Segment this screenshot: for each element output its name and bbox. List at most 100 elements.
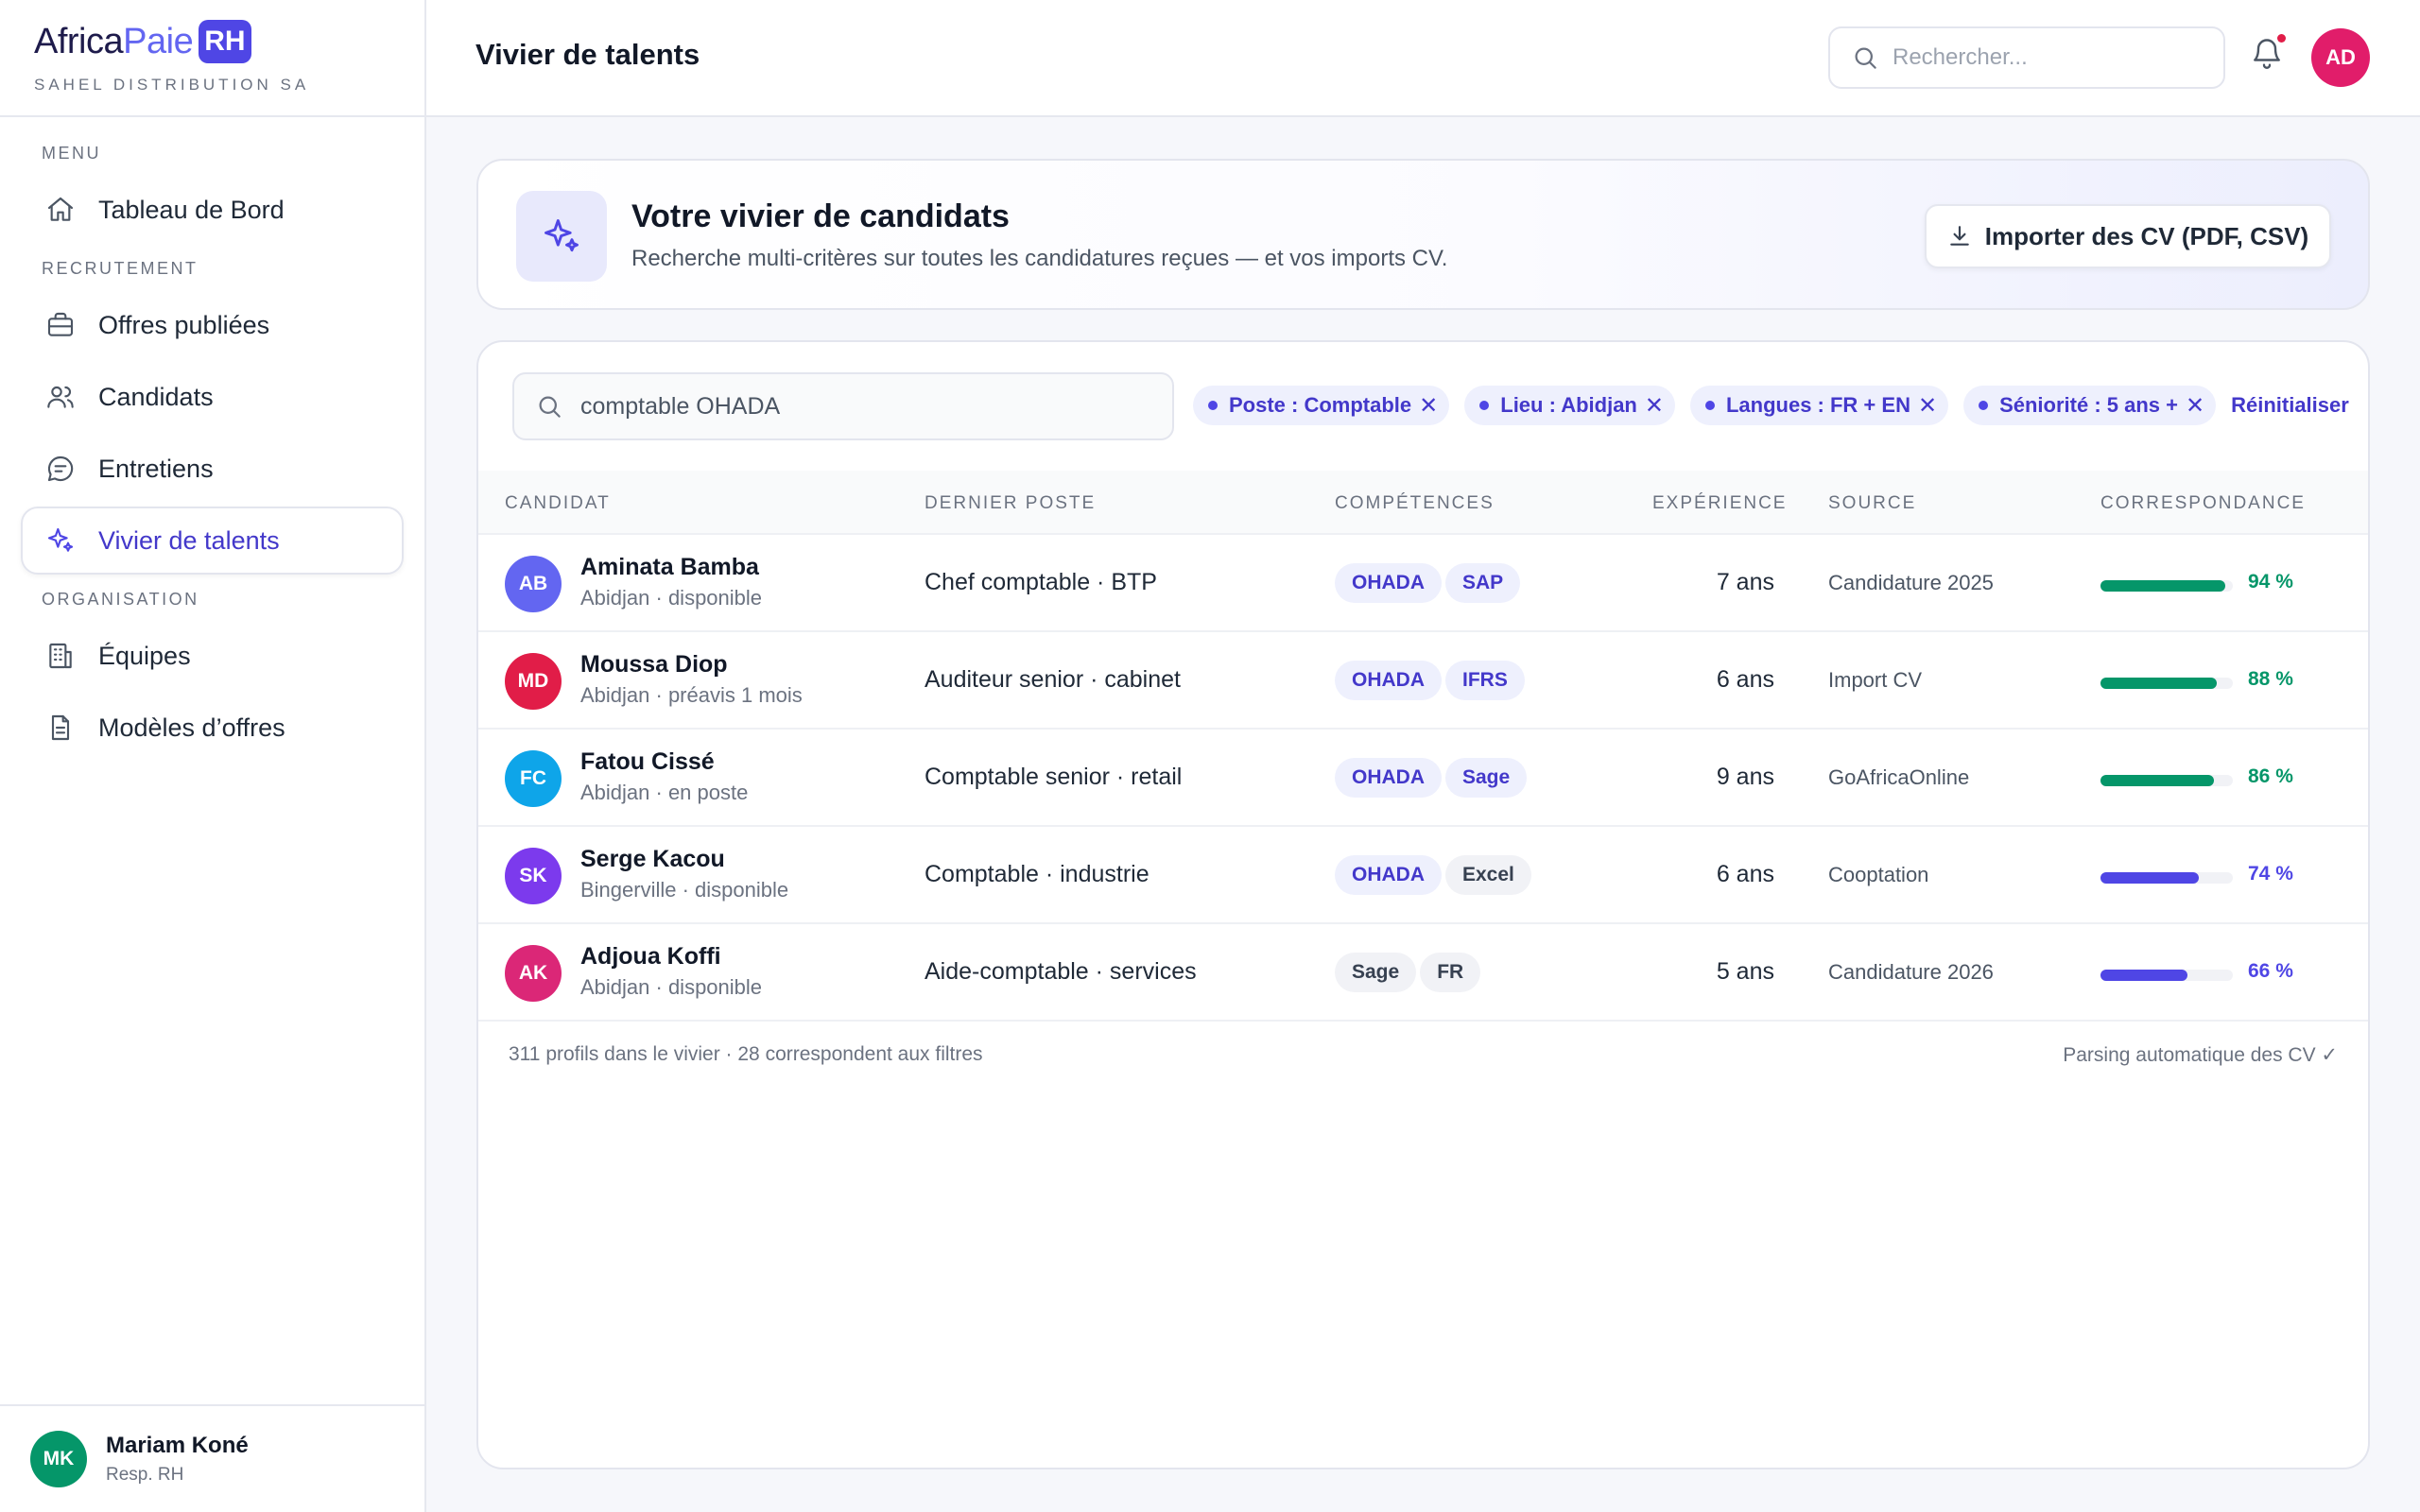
column-header-source[interactable]: SOURCE: [1828, 493, 1916, 514]
import-cv-button[interactable]: Importer des CV (PDF, CSV): [1925, 204, 2331, 268]
experience-value: 6 ans: [1716, 666, 1774, 693]
sidebar-item-modeles-offres[interactable]: Modèles d’offres: [21, 694, 404, 762]
sidebar-item-candidats[interactable]: Candidats: [21, 363, 404, 431]
app-logo[interactable]: Africa Paie RH: [34, 17, 390, 66]
banner-subtitle: Recherche multi-critères sur toutes les …: [631, 246, 1448, 271]
sidebar: Africa Paie RH SAHEL DISTRIBUTION SA MEN…: [0, 0, 426, 1512]
building-icon: [43, 639, 78, 673]
last-position: Comptable senior · retail: [925, 764, 1183, 790]
match-percentage: 88 %: [2248, 668, 2293, 690]
candidate-location-status: Bingerville · disponible: [580, 878, 789, 902]
candidates-panel: Poste : Comptable ✕ Lieu : Abidjan ✕ Lan…: [476, 340, 2370, 1469]
filter-chip-lieu[interactable]: Lieu : Abidjan ✕: [1464, 386, 1675, 425]
download-icon: [1947, 224, 1972, 249]
page-title: Vivier de talents: [475, 38, 700, 71]
match-percentage: 86 %: [2248, 765, 2293, 787]
search-input[interactable]: [580, 392, 1148, 421]
sidebar-item-entretiens[interactable]: Entretiens: [21, 435, 404, 503]
sidebar-item-tableau-de-bord[interactable]: Tableau de Bord: [21, 176, 404, 244]
notifications-button[interactable]: [2250, 34, 2288, 76]
sidebar-nav: MENU Tableau de Bord RECRUTEMENT Offres …: [0, 117, 424, 762]
column-header-candidat[interactable]: CANDIDAT: [505, 493, 611, 514]
cv-parsing-status: Parsing automatique des CV ✓: [2063, 1044, 2338, 1066]
sidebar-item-label: Équipes: [98, 641, 191, 670]
experience-value: 6 ans: [1716, 861, 1774, 887]
candidate-name[interactable]: Moussa Diop: [580, 651, 728, 679]
import-cv-label: Importer des CV (PDF, CSV): [1984, 221, 2309, 250]
filter-chip-poste[interactable]: Poste : Comptable ✕: [1193, 386, 1450, 425]
candidate-name[interactable]: Aminata Bamba: [580, 554, 759, 581]
chip-label: Lieu : Abidjan: [1500, 393, 1637, 417]
sidebar-item-label: Modèles d’offres: [98, 713, 285, 742]
current-user[interactable]: MK Mariam Koné Resp. RH: [0, 1404, 424, 1512]
column-header-correspondance[interactable]: CORRESPONDANCE: [2100, 493, 2306, 514]
chip-dot: [1704, 401, 1715, 410]
filter-chips: Poste : Comptable ✕ Lieu : Abidjan ✕ Lan…: [1193, 386, 2349, 425]
table-row[interactable]: SK Serge Kacou Bingerville · disponible …: [478, 827, 2368, 924]
close-icon[interactable]: ✕: [1419, 392, 1438, 420]
match-percentage: 66 %: [2248, 960, 2293, 982]
filter-chip-seniorite[interactable]: Séniorité : 5 ans + ✕: [1963, 386, 2217, 425]
skill-tag: OHADA: [1335, 661, 1442, 700]
column-header-dernier-poste[interactable]: DERNIER POSTE: [925, 493, 1096, 514]
sidebar-item-vivier-de-talents[interactable]: Vivier de talents: [21, 507, 404, 575]
candidate-name[interactable]: Fatou Cissé: [580, 748, 715, 776]
skills-list: OHADA SAP: [1335, 563, 1524, 603]
candidate-search[interactable]: [512, 372, 1174, 440]
section-label-organisation: ORGANISATION: [42, 590, 199, 609]
users-icon: [43, 380, 78, 414]
chip-dot: [1479, 401, 1490, 410]
skills-list: OHADA Excel: [1335, 855, 1535, 895]
table-row[interactable]: AK Adjoua Koffi Abidjan · disponible Aid…: [478, 924, 2368, 1022]
column-header-experience[interactable]: EXPÉRIENCE: [1652, 493, 1787, 514]
match-progress-bar: [2100, 970, 2233, 981]
match-progress-bar: [2100, 872, 2233, 884]
skill-tag: OHADA: [1335, 855, 1442, 895]
match-progress-bar: [2100, 775, 2233, 786]
sidebar-item-label: Tableau de Bord: [98, 195, 285, 224]
match-progress-bar: [2100, 678, 2233, 689]
table-row[interactable]: MD Moussa Diop Abidjan · préavis 1 mois …: [478, 632, 2368, 730]
global-search[interactable]: [1828, 26, 2225, 89]
document-icon: [43, 711, 78, 745]
reset-filters-link[interactable]: Réinitialiser: [2231, 393, 2349, 418]
table-row[interactable]: AB Aminata Bamba Abidjan · disponible Ch…: [478, 535, 2368, 632]
source-value: GoAfricaOnline: [1828, 765, 1970, 789]
column-header-competences[interactable]: COMPÉTENCES: [1335, 493, 1495, 514]
last-position: Chef comptable · BTP: [925, 569, 1157, 595]
close-icon[interactable]: ✕: [1645, 392, 1664, 420]
chip-dot: [1208, 401, 1218, 410]
skills-list: Sage FR: [1335, 953, 1484, 992]
logo-text-africa: Africa: [34, 21, 124, 61]
avatar: MD: [505, 653, 562, 710]
user-role: Resp. RH: [106, 1465, 184, 1485]
brand-area: Africa Paie RH SAHEL DISTRIBUTION SA: [0, 0, 424, 117]
match-progress-fill: [2100, 580, 2225, 592]
skill-tag: FR: [1420, 953, 1481, 992]
skill-tag: Sage: [1445, 758, 1528, 798]
skills-list: OHADA Sage: [1335, 758, 1530, 798]
filter-chip-langues[interactable]: Langues : FR + EN ✕: [1689, 386, 1949, 425]
skill-tag: Excel: [1445, 855, 1531, 895]
pool-summary: 311 profils dans le vivier · 28 correspo…: [509, 1043, 983, 1065]
search-input[interactable]: [1893, 44, 2195, 71]
chip-dot: [1979, 401, 1989, 410]
close-icon[interactable]: ✕: [2186, 392, 2204, 420]
last-position: Auditeur senior · cabinet: [925, 666, 1181, 693]
chip-label: Langues : FR + EN: [1725, 393, 1910, 417]
sparkles-icon: [43, 524, 78, 558]
sidebar-item-label: Offres publiées: [98, 310, 270, 339]
avatar[interactable]: AD: [2311, 28, 2370, 87]
candidate-name[interactable]: Serge Kacou: [580, 846, 725, 873]
table-row[interactable]: FC Fatou Cissé Abidjan · en poste Compta…: [478, 730, 2368, 827]
sidebar-item-equipes[interactable]: Équipes: [21, 622, 404, 690]
candidate-location-status: Abidjan · en poste: [580, 781, 749, 804]
section-label-recrutement: RECRUTEMENT: [42, 259, 199, 278]
skill-tag: OHADA: [1335, 563, 1442, 603]
source-value: Cooptation: [1828, 863, 1929, 886]
sidebar-item-offres-publiees[interactable]: Offres publiées: [21, 291, 404, 359]
candidate-name[interactable]: Adjoua Koffi: [580, 943, 721, 971]
close-icon[interactable]: ✕: [1918, 392, 1937, 420]
section-label-menu: MENU: [42, 144, 101, 163]
match-progress-bar: [2100, 580, 2233, 592]
